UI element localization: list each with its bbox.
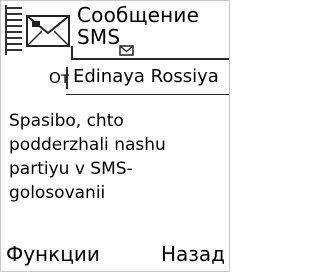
options-softkey[interactable]: Функции — [6, 243, 100, 265]
back-softkey[interactable]: Назад — [161, 243, 225, 265]
envelope-icon — [26, 15, 70, 47]
from-divider — [66, 67, 68, 89]
page-title: Сообщение SMS — [77, 4, 199, 48]
page-title-line2: SMS — [77, 25, 121, 49]
title-bar: Сообщение SMS — [1, 1, 229, 63]
title-separator-horizontal — [71, 58, 229, 60]
from-underline — [66, 94, 229, 95]
sms-message-screen: Сообщение SMS От Edinaya Rossiya Spasibo… — [0, 0, 230, 272]
small-envelope-icon — [119, 45, 134, 56]
from-row: От Edinaya Rossiya — [1, 63, 229, 93]
message-body: Spasibo, chto podderzhali nashu partiyu … — [9, 111, 166, 203]
page-title-line1: Сообщение — [77, 3, 200, 27]
sender-name: Edinaya Rossiya — [73, 66, 219, 87]
signal-strength-icon — [5, 5, 23, 55]
softkey-bar: Функции Назад — [1, 237, 229, 271]
